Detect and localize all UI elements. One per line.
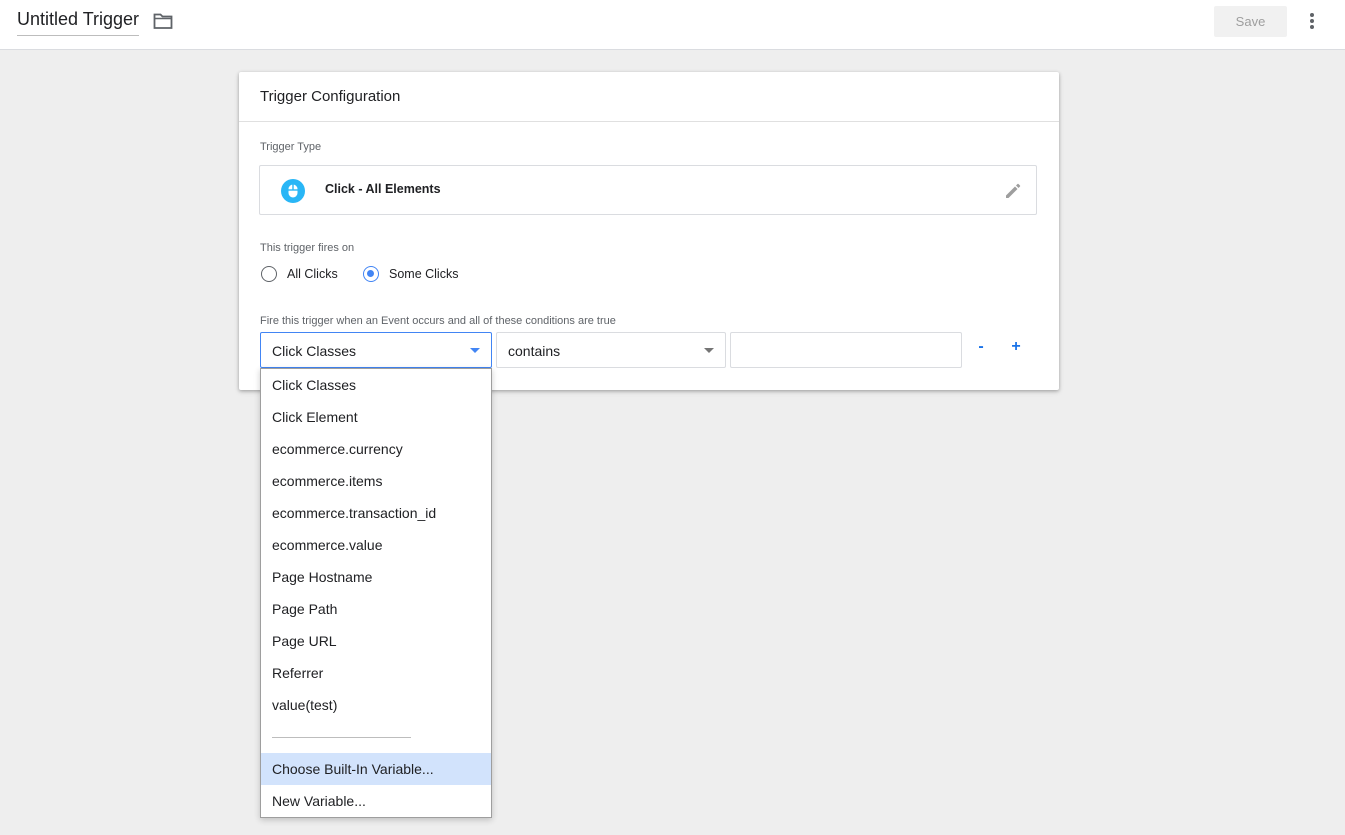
- operator-select-value: contains: [508, 343, 561, 359]
- top-bar: Untitled Trigger Save: [0, 0, 1345, 50]
- choose-builtin-variable-option[interactable]: Choose Built-In Variable...: [261, 753, 491, 785]
- radio-label: Some Clicks: [389, 267, 459, 281]
- add-condition-button[interactable]: +: [1008, 338, 1024, 356]
- dropdown-divider: [272, 737, 411, 738]
- new-variable-option[interactable]: New Variable...: [261, 785, 491, 817]
- radio-label: All Clicks: [287, 267, 338, 281]
- condition-value-input[interactable]: [730, 332, 962, 368]
- trigger-configuration-card: Trigger Configuration Trigger Type Click…: [239, 72, 1059, 390]
- chevron-down-icon: [470, 348, 480, 353]
- dropdown-option[interactable]: ecommerce.value: [261, 529, 491, 561]
- variable-dropdown-menu: Click Classes Click Element ecommerce.cu…: [260, 368, 492, 818]
- trigger-type-name: Click - All Elements: [325, 182, 441, 196]
- dropdown-option[interactable]: Page Path: [261, 593, 491, 625]
- dropdown-option[interactable]: ecommerce.transaction_id: [261, 497, 491, 529]
- edit-pencil-icon[interactable]: [1003, 181, 1023, 201]
- dropdown-option[interactable]: Click Classes: [261, 369, 491, 401]
- dropdown-option[interactable]: value(test): [261, 689, 491, 721]
- radio-button[interactable]: [261, 266, 277, 282]
- dropdown-option[interactable]: Referrer: [261, 657, 491, 689]
- chevron-down-icon: [704, 348, 714, 353]
- operator-select[interactable]: contains: [496, 332, 726, 368]
- card-title: Trigger Configuration: [239, 72, 1059, 122]
- mouse-icon: [281, 179, 305, 203]
- variable-select-value: Click Classes: [272, 343, 357, 359]
- trigger-type-box[interactable]: Click - All Elements: [259, 165, 1037, 215]
- more-vert-icon[interactable]: [1302, 10, 1322, 34]
- trigger-type-label: Trigger Type: [260, 141, 322, 153]
- dropdown-option[interactable]: ecommerce.items: [261, 465, 491, 497]
- remove-condition-button[interactable]: -: [973, 338, 989, 356]
- radio-button-checked[interactable]: [363, 266, 379, 282]
- trigger-name[interactable]: Untitled Trigger: [17, 9, 140, 36]
- save-button[interactable]: Save: [1214, 6, 1287, 37]
- dropdown-option[interactable]: Page URL: [261, 625, 491, 657]
- dropdown-option[interactable]: Click Element: [261, 401, 491, 433]
- dropdown-option[interactable]: Page Hostname: [261, 561, 491, 593]
- radio-all-clicks[interactable]: All Clicks: [261, 266, 338, 282]
- fires-on-label: This trigger fires on: [260, 242, 355, 254]
- folder-icon[interactable]: [153, 12, 173, 30]
- conditions-label: Fire this trigger when an Event occurs a…: [260, 315, 616, 327]
- dropdown-option[interactable]: ecommerce.currency: [261, 433, 491, 465]
- radio-some-clicks[interactable]: Some Clicks: [363, 266, 458, 282]
- variable-select[interactable]: Click Classes: [260, 332, 492, 368]
